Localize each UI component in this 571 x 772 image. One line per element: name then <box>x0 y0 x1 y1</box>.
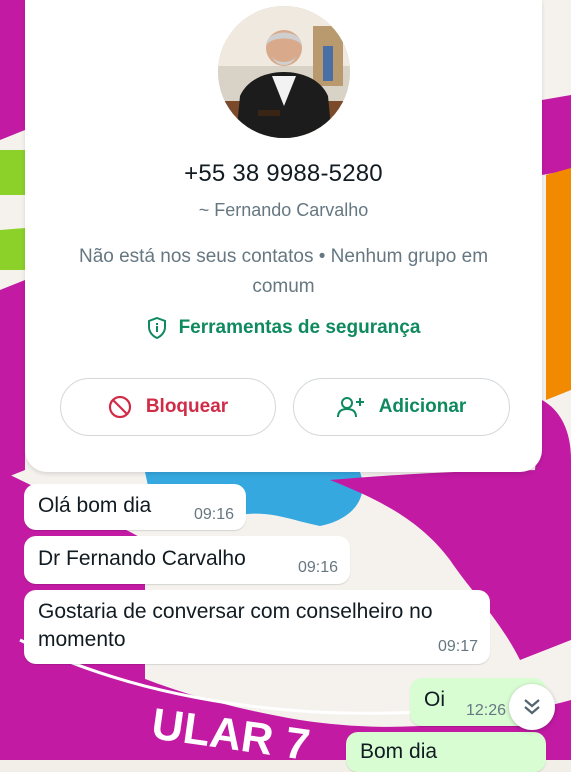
scroll-to-bottom-button[interactable] <box>509 684 555 730</box>
message-text: Dr Fernando Carvalho <box>38 547 246 570</box>
message-outgoing[interactable]: Bom dia <box>346 732 546 772</box>
security-tools-label: Ferramentas de segurança <box>178 317 421 338</box>
profile-photo-icon <box>218 6 350 138</box>
add-contact-button[interactable]: Adicionar <box>293 378 510 436</box>
add-contact-label: Adicionar <box>378 396 467 417</box>
contact-push-name: ~ Fernando Carvalho <box>198 200 369 220</box>
message-time: 12:26 <box>465 702 506 719</box>
message-incoming[interactable]: Gostaria de conversar com conselheiro no… <box>24 590 490 664</box>
message-text: Oi <box>424 688 445 711</box>
message-incoming[interactable]: Olá bom dia 09:16 <box>24 484 246 530</box>
contact-info-card: +55 38 9988-5280 ~ Fernando Carvalho Não… <box>25 0 542 472</box>
security-tools-link[interactable]: Ferramentas de segurança <box>25 317 542 339</box>
message-text: Gostaria de conversar com conselheiro no… <box>38 600 433 651</box>
not-in-contacts-notice: Não está nos seus contatos • Nenhum grup… <box>78 246 489 297</box>
message-incoming[interactable]: Dr Fernando Carvalho 09:16 <box>24 536 350 584</box>
contact-avatar[interactable] <box>218 6 350 138</box>
contact-phone-number: +55 38 9988-5280 <box>184 160 383 187</box>
shield-info-icon <box>147 317 166 339</box>
message-text: Bom dia <box>360 740 438 763</box>
block-button[interactable]: Bloquear <box>60 378 276 436</box>
block-icon <box>108 395 131 419</box>
block-button-label: Bloquear <box>145 396 229 417</box>
message-time: 09:17 <box>437 638 478 655</box>
message-text: Olá bom dia <box>38 494 152 517</box>
message-time: 09:16 <box>297 559 338 576</box>
message-time: 09:16 <box>193 506 234 523</box>
add-person-icon <box>336 397 364 418</box>
double-chevron-down-icon <box>524 699 540 715</box>
